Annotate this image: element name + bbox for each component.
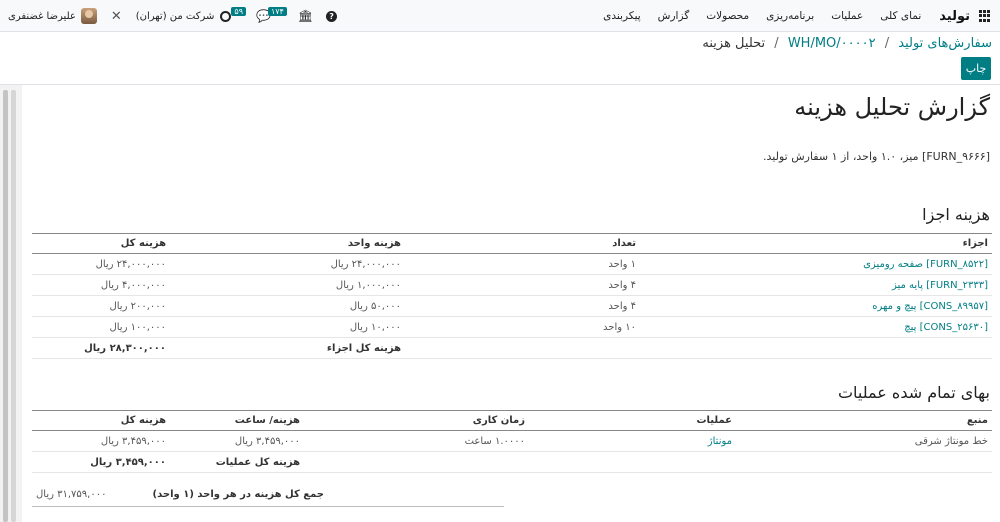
component-unit-cost: ۲۴,۰۰۰,۰۰۰ ریال (170, 253, 405, 275)
grand-total-label: جمع کل هزینه در هر واحد (۱ واحد) (152, 489, 324, 500)
col-total-cost: هزینه کل (32, 233, 170, 254)
col-component: اجزاء (640, 233, 992, 254)
components-total-label: هزینه کل اجزاء (170, 337, 405, 359)
table-row: [CONS_۲۵۶۳۰] پیچ ۱۰ واحد ۱۰,۰۰۰ ریال ۱۰۰… (32, 316, 992, 338)
scrollbar-track[interactable] (3, 90, 8, 522)
report-title: گزارش تحلیل هزینه (794, 93, 990, 121)
component-unit-cost: ۱۰,۰۰۰ ریال (170, 316, 405, 338)
operations-section-title: بهای تمام شده عملیات (837, 383, 990, 402)
component-qty: ۱۰ واحد (405, 316, 640, 338)
empty-cell (736, 451, 992, 473)
col-quantity: تعداد (405, 233, 640, 254)
col-operation: عملیات (529, 410, 736, 431)
col-cost-per-hour: هزینه/ ساعت (170, 410, 304, 431)
component-total: ۲۰۰,۰۰۰ ریال (32, 295, 170, 317)
component-qty: ۴ واحد (405, 274, 640, 296)
table-header-row: منبع عملیات زمان کاری هزینه/ ساعت هزینه … (32, 410, 992, 431)
component-qty: ۱ واحد (405, 253, 640, 275)
component-total: ۱۰۰,۰۰۰ ریال (32, 316, 170, 338)
component-total: ۴,۰۰۰,۰۰۰ ریال (32, 274, 170, 296)
operation-cost: ۳,۴۵۹,۰۰۰ ریال (32, 430, 170, 452)
apps-menu-icon[interactable] (978, 10, 990, 22)
chat-count-badge: ۱۷۴ (267, 6, 287, 16)
breadcrumb-current: تحلیل هزینه (702, 36, 766, 51)
empty-cell (405, 337, 640, 359)
operation-time: ۱.۰۰۰۰ ساعت (304, 430, 529, 452)
component-qty: ۴ واحد (405, 295, 640, 317)
component-unit-cost: ۵۰,۰۰۰ ریال (170, 295, 405, 317)
main-menu: تولید نمای کلی عملیات برنامه‌ریزی محصولا… (586, 0, 990, 32)
menu-planning[interactable]: برنامه‌ریزی (766, 10, 814, 22)
component-link[interactable]: [CONS_۲۵۶۳۰] پیچ (640, 316, 992, 338)
scrollbar-track[interactable] (11, 90, 16, 522)
components-table: اجزاء تعداد هزینه واحد هزینه کل [FURN_۸۵… (32, 233, 992, 359)
col-resource: منبع (736, 410, 992, 431)
breadcrumb-manufacturing-orders[interactable]: سفارش‌های تولید (898, 36, 992, 51)
breadcrumb-order-ref[interactable]: WH/MO/۰۰۰۰۲ (788, 36, 876, 51)
user-name[interactable]: علیرضا غضنفری (8, 11, 76, 22)
components-total-value: ۲۸,۳۰۰,۰۰۰ ریال (32, 337, 170, 359)
table-row: [FURN_۸۵۲۲] صفحه رومیزی ۱ واحد ۲۴,۰۰۰,۰۰… (32, 253, 992, 275)
table-row: [FURN_۲۳۳۳] پایه میز ۴ واحد ۱,۰۰۰,۰۰۰ ری… (32, 274, 992, 296)
empty-cell (304, 451, 529, 473)
table-header-row: اجزاء تعداد هزینه واحد هزینه کل (32, 233, 992, 254)
col-working-time: زمان کاری (304, 410, 529, 431)
breadcrumb-separator: / (884, 36, 890, 51)
menu-reporting[interactable]: گزارش (658, 10, 690, 22)
app-name[interactable]: تولید (939, 9, 970, 24)
breadcrumb-separator: / (774, 36, 779, 51)
component-link[interactable]: [FURN_۲۳۳۳] پایه میز (640, 274, 992, 296)
activity-clock-icon[interactable] (220, 10, 232, 22)
component-link[interactable]: [CONS_۸۹۹۵۷] پیچ و مهره (640, 295, 992, 317)
col-operation-cost: هزینه کل (32, 410, 170, 431)
help-icon[interactable]: ? (326, 10, 338, 22)
operation-rate: ۳,۴۵۹,۰۰۰ ریال (170, 430, 304, 452)
operations-table: منبع عملیات زمان کاری هزینه/ ساعت هزینه … (32, 410, 992, 473)
operations-total-value: ۳,۴۵۹,۰۰۰ ریال (32, 451, 170, 473)
user-avatar[interactable] (80, 8, 97, 24)
bank-icon[interactable]: 🏛 (298, 9, 313, 23)
components-total-row: هزینه کل اجزاء ۲۸,۳۰۰,۰۰۰ ریال (32, 337, 992, 359)
operations-total-label: هزینه کل عملیات (170, 451, 304, 473)
debug-tools-icon[interactable]: ✕ (111, 9, 122, 24)
empty-cell (529, 451, 736, 473)
operation-link[interactable]: مونتاژ (529, 430, 736, 452)
company-switcher[interactable]: شرکت من (تهران) (136, 11, 215, 22)
breadcrumb: سفارش‌های تولید / WH/MO/۰۰۰۰۲ / تحلیل هز… (702, 36, 992, 51)
cost-analysis-report: گزارش تحلیل هزینه [FURN_۹۶۶۶] میز، ۱.۰ و… (32, 85, 992, 522)
components-section-title: هزینه اجزا (922, 205, 990, 224)
grand-total-row: جمع کل هزینه در هر واحد (۱ واحد) ۳۱,۷۵۹,… (32, 483, 504, 507)
top-navbar: تولید نمای کلی عملیات برنامه‌ریزی محصولا… (0, 0, 1000, 32)
menu-overview[interactable]: نمای کلی (880, 10, 921, 22)
table-row: [CONS_۸۹۹۵۷] پیچ و مهره ۴ واحد ۵۰,۰۰۰ ری… (32, 295, 992, 317)
menu-operations[interactable]: عملیات (831, 10, 863, 22)
product-summary: [FURN_۹۶۶۶] میز، ۱.۰ واحد، از ۱ سفارش تو… (763, 150, 990, 163)
component-total: ۲۴,۰۰۰,۰۰۰ ریال (32, 253, 170, 275)
operation-resource: خط مونتاژ شرقی (736, 430, 992, 452)
menu-products[interactable]: محصولات (706, 10, 749, 22)
component-unit-cost: ۱,۰۰۰,۰۰۰ ریال (170, 274, 405, 296)
activity-count-badge: ۵۹ (231, 6, 246, 16)
menu-configuration[interactable]: پیکربندی (603, 10, 641, 22)
systray: علیرضا غضنفری ✕ شرکت من (تهران) ۵۹ 💬 ۱۷۴… (8, 0, 338, 32)
print-button[interactable]: چاپ (961, 57, 991, 80)
grand-total-value: ۳۱,۷۵۹,۰۰۰ ریال (36, 489, 107, 500)
left-gutter (0, 85, 22, 522)
col-unit-cost: هزینه واحد (170, 233, 405, 254)
table-row: خط مونتاژ شرقی مونتاژ ۱.۰۰۰۰ ساعت ۳,۴۵۹,… (32, 430, 992, 452)
component-link[interactable]: [FURN_۸۵۲۲] صفحه رومیزی (640, 253, 992, 275)
empty-cell (640, 337, 992, 359)
operations-total-row: هزینه کل عملیات ۳,۴۵۹,۰۰۰ ریال (32, 451, 992, 473)
